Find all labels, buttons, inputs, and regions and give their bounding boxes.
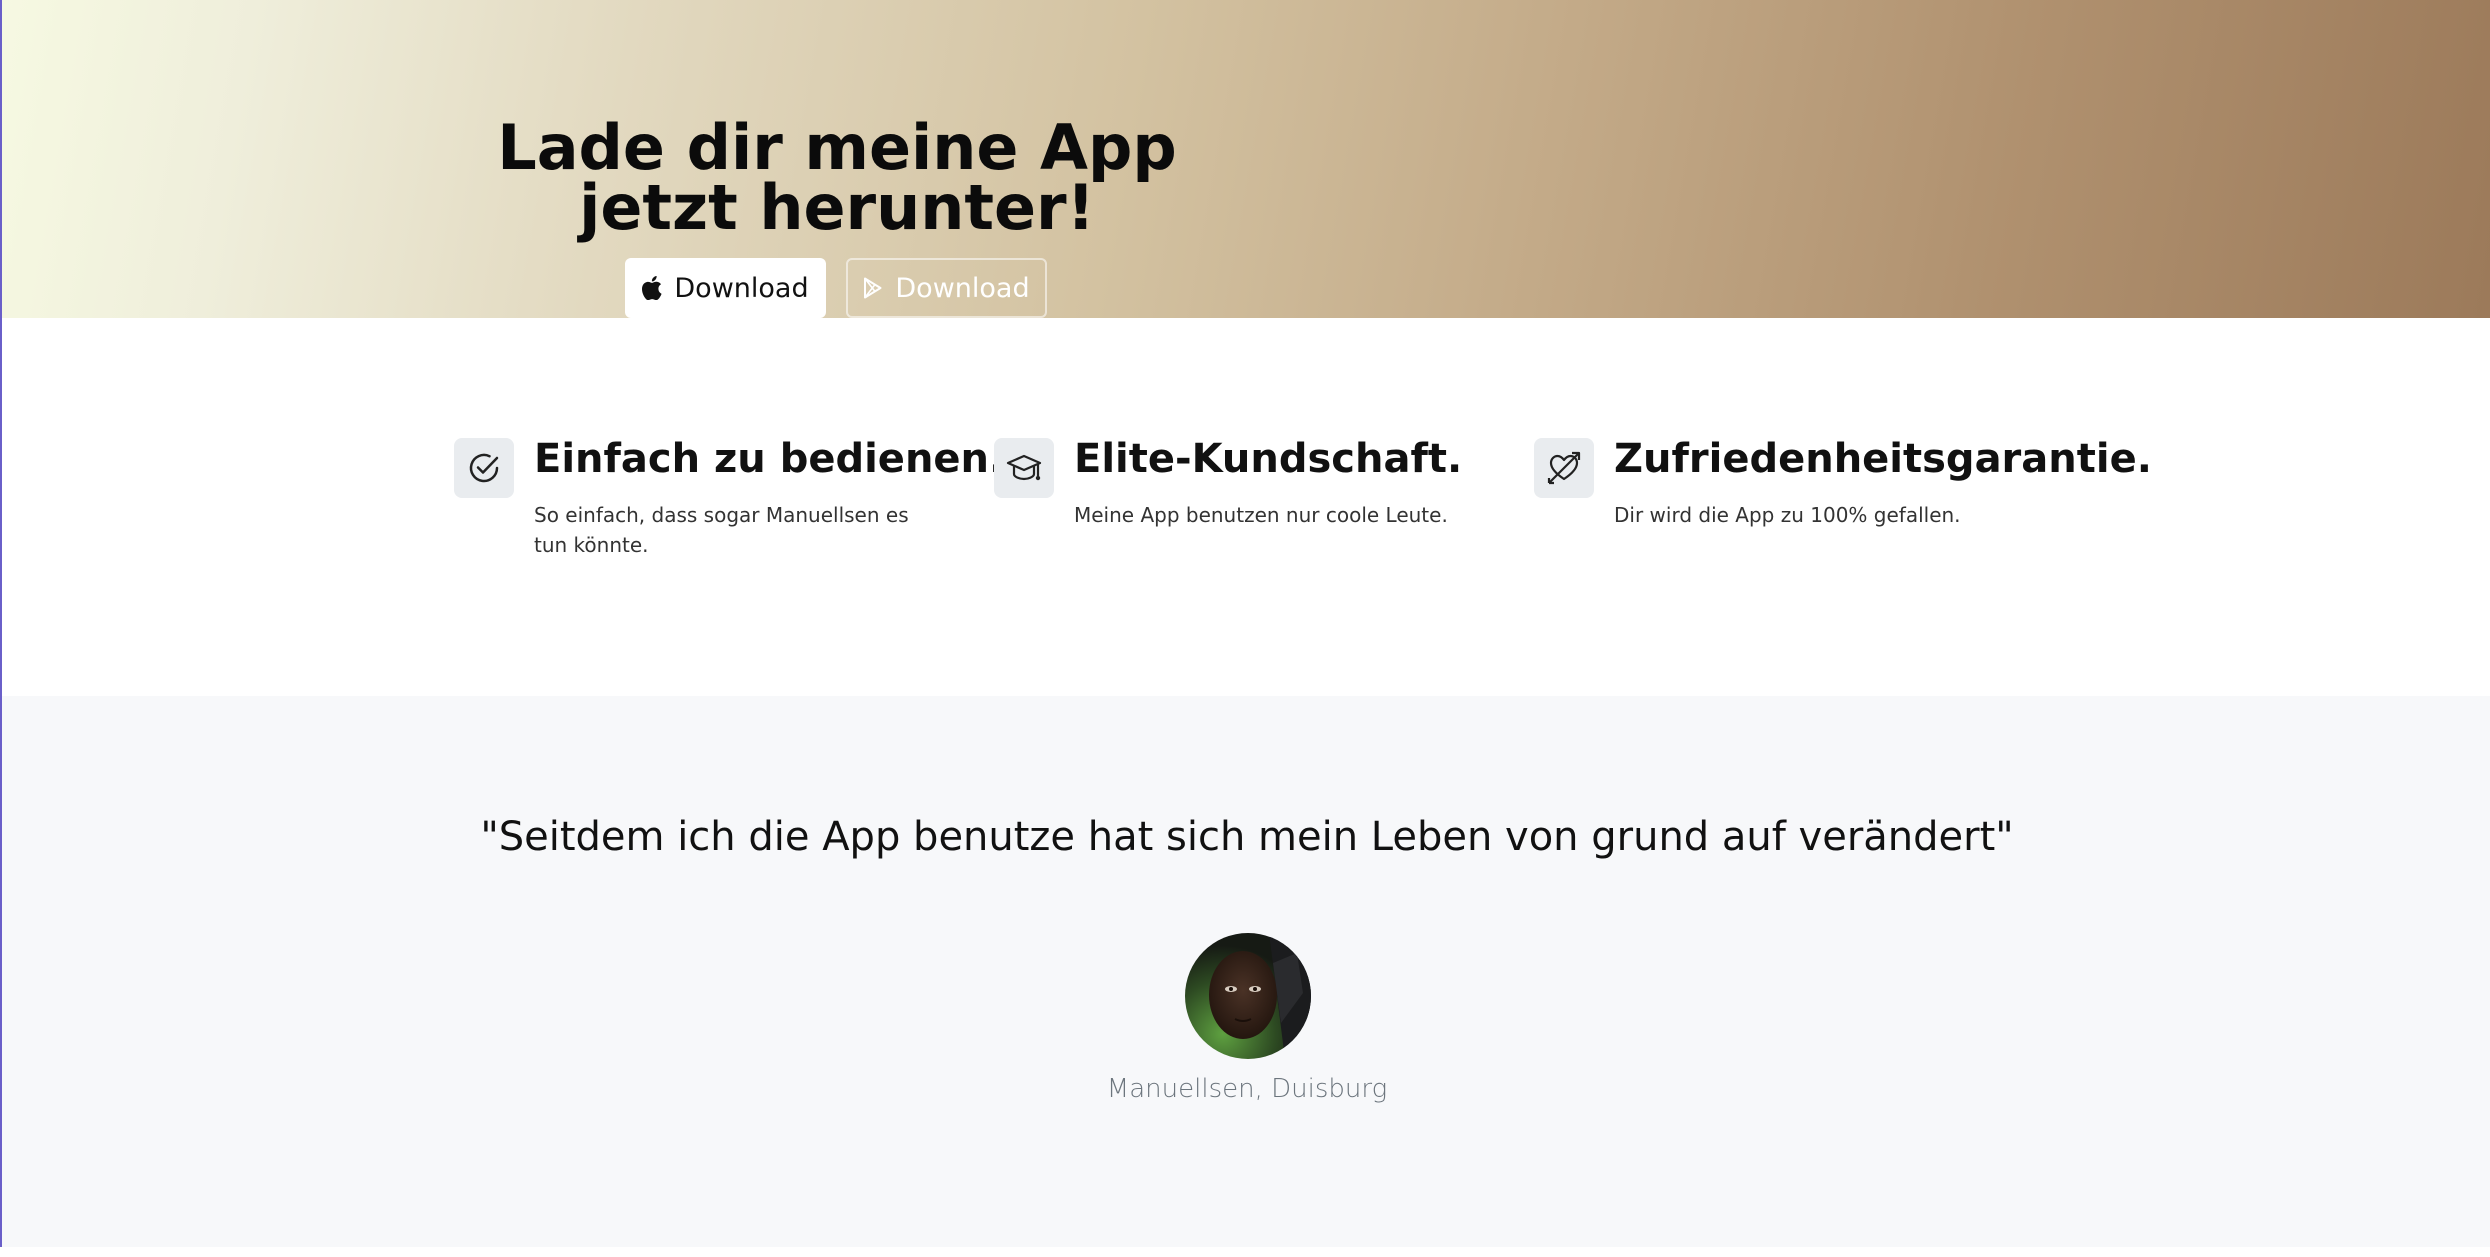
testimonial-author: Manuellsen, Duisburg [1106, 1074, 1388, 1104]
feature-title: Elite-Kundschaft. [1074, 436, 1463, 482]
feature-title: Zufriedenheitsgarantie. [1614, 436, 2152, 482]
google-play-button-label: Download [895, 272, 1030, 304]
check-circle-icon [454, 438, 514, 498]
feature-title: Einfach zu bedienen. [534, 436, 1005, 482]
google-play-icon [863, 277, 883, 299]
features-section: Einfach zu bedienen. So einfach, dass so… [0, 318, 2490, 696]
feature-text: Meine App benutzen nur coole Leute. [1074, 503, 1448, 527]
google-play-download-button[interactable]: Download [846, 258, 1047, 318]
feature-text: Dir wird die App zu 100% gefallen. [1614, 503, 1961, 527]
hero-section: Lade dir meine App jetzt herunter! Downl… [0, 0, 2490, 318]
graduation-cap-icon [994, 438, 1054, 498]
apple-icon [642, 276, 662, 300]
app-store-download-button[interactable]: Download [625, 258, 826, 318]
hero-title: Lade dir meine App jetzt herunter! [497, 111, 1177, 244]
testimonial-quote: "Seitdem ich die App benutze hat sich me… [480, 814, 2014, 860]
feature-text: So einfach, dass sogar Manuellsen es tun… [534, 503, 909, 557]
heart-arrow-icon [1534, 438, 1594, 498]
avatar [1185, 933, 1311, 1059]
app-store-button-label: Download [674, 272, 809, 304]
testimonial-section: "Seitdem ich die App benutze hat sich me… [0, 696, 2490, 1247]
